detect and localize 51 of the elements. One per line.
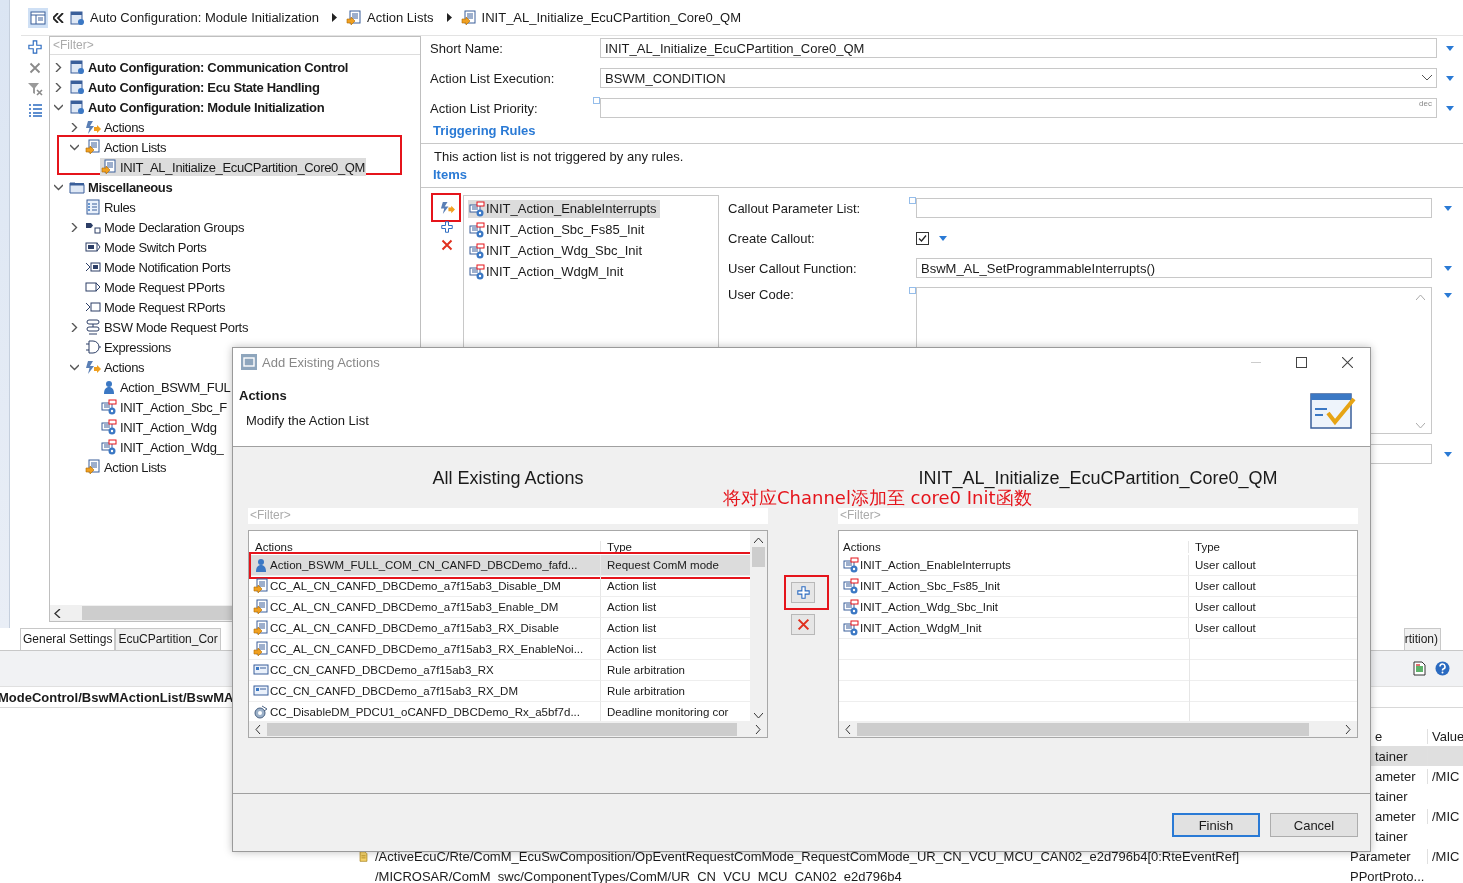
- table-cell: INIT_Action_EnableInterrupts: [860, 559, 1011, 571]
- table-cell: CC_DisableDM_PDCU1_oCANFD_DBCDemo_Rx_a5bf7d...: [270, 706, 580, 718]
- table-cell: CC_AL_CN_CANFD_DBCDemo_a7f15ab3_Enable_DM: [270, 601, 559, 613]
- dialog-heading: Actions: [239, 388, 288, 403]
- table-cell: Rule arbitration: [607, 685, 685, 697]
- table-cell: tainer: [1375, 828, 1408, 844]
- table-cell: ameter: [1375, 768, 1416, 784]
- table-cell: User callout: [1195, 601, 1256, 613]
- list-heading: All Existing Actions: [431, 468, 585, 488]
- table-cell: Parameter: [1350, 848, 1411, 864]
- table-cell: CC_CN_CANFD_DBCDemo_a7f15ab3_RX_DM: [270, 685, 518, 697]
- table-cell: User callout: [1195, 559, 1256, 571]
- field-label: User Callout Function:: [728, 260, 857, 276]
- table-cell: INIT_Action_WdgM_Init: [860, 622, 982, 634]
- field-label: Short Name:: [430, 40, 504, 56]
- table-cell: CC_AL_CN_CANFD_DBCDemo_a7f15ab3_Disable_DM: [270, 580, 561, 592]
- field-label: Create Callout:: [728, 230, 815, 246]
- table-cell: tainer: [1375, 788, 1408, 804]
- window-title: Add Existing Actions: [262, 354, 380, 370]
- table-cell: Deadline monitoring cor: [607, 706, 729, 718]
- list-heading: INIT_AL_Initialize_EcuCPartition_Core0_QM: [917, 468, 1279, 488]
- table-cell: CC_AL_CN_CANFD_DBCDemo_a7f15ab3_RX_EnableNoi...: [270, 643, 584, 655]
- table-cell: CC_AL_CN_CANFD_DBCDemo_a7f15ab3_RX_Disable: [270, 622, 559, 634]
- field-label: Action List Priority:: [430, 100, 539, 116]
- table-cell: /ActiveEcuC/Rte/ComM_EcuSwComposition/OpEventRequestComMode_RequestComMode_UR_CN_VCU_MCU_CAN02_e2d796b4[0:RteEventRef]: [375, 848, 1240, 864]
- section-title: Items: [432, 167, 468, 182]
- field-label: User Code:: [728, 287, 794, 302]
- dialog-description: Modify the Action List: [245, 413, 369, 428]
- table-cell: CC_CN_CANFD_DBCDemo_a7f15ab3_RX: [270, 664, 494, 676]
- table-cell: User callout: [1195, 580, 1256, 592]
- table-cell: /MIC: [1432, 768, 1460, 784]
- table-cell: Action_BSWM_FULL_COM_CN_CANFD_DBCDemo_fafd...: [270, 559, 578, 571]
- table-cell: Action list: [607, 643, 657, 655]
- section-title: Triggering Rules: [432, 123, 537, 138]
- table-cell: tainer: [1375, 748, 1408, 764]
- field-label: Action List Execution:: [430, 70, 556, 86]
- table-cell: /MIC: [1432, 848, 1460, 864]
- table-cell: PPortProto...: [1350, 868, 1425, 883]
- annotation-text: 将对应Channel添加至 core0 Init函数: [723, 489, 1032, 507]
- field-label: Callout Parameter List:: [728, 200, 861, 216]
- table-cell: Action list: [607, 601, 657, 613]
- table-cell: User callout: [1195, 622, 1256, 634]
- table-cell: ameter: [1375, 808, 1416, 824]
- table-cell: Action list: [607, 580, 657, 592]
- table-cell: Action list: [607, 622, 657, 634]
- table-cell: /MIC: [1432, 808, 1460, 824]
- table-cell: Rule arbitration: [607, 664, 685, 676]
- table-cell: INIT_Action_Wdg_Sbc_Init: [860, 601, 999, 613]
- message-text: This action list is not triggered by any rules.: [433, 149, 685, 164]
- table-cell: INIT_Action_Sbc_Fs85_Init: [860, 580, 1000, 592]
- table-cell: Request ComM mode: [607, 559, 719, 571]
